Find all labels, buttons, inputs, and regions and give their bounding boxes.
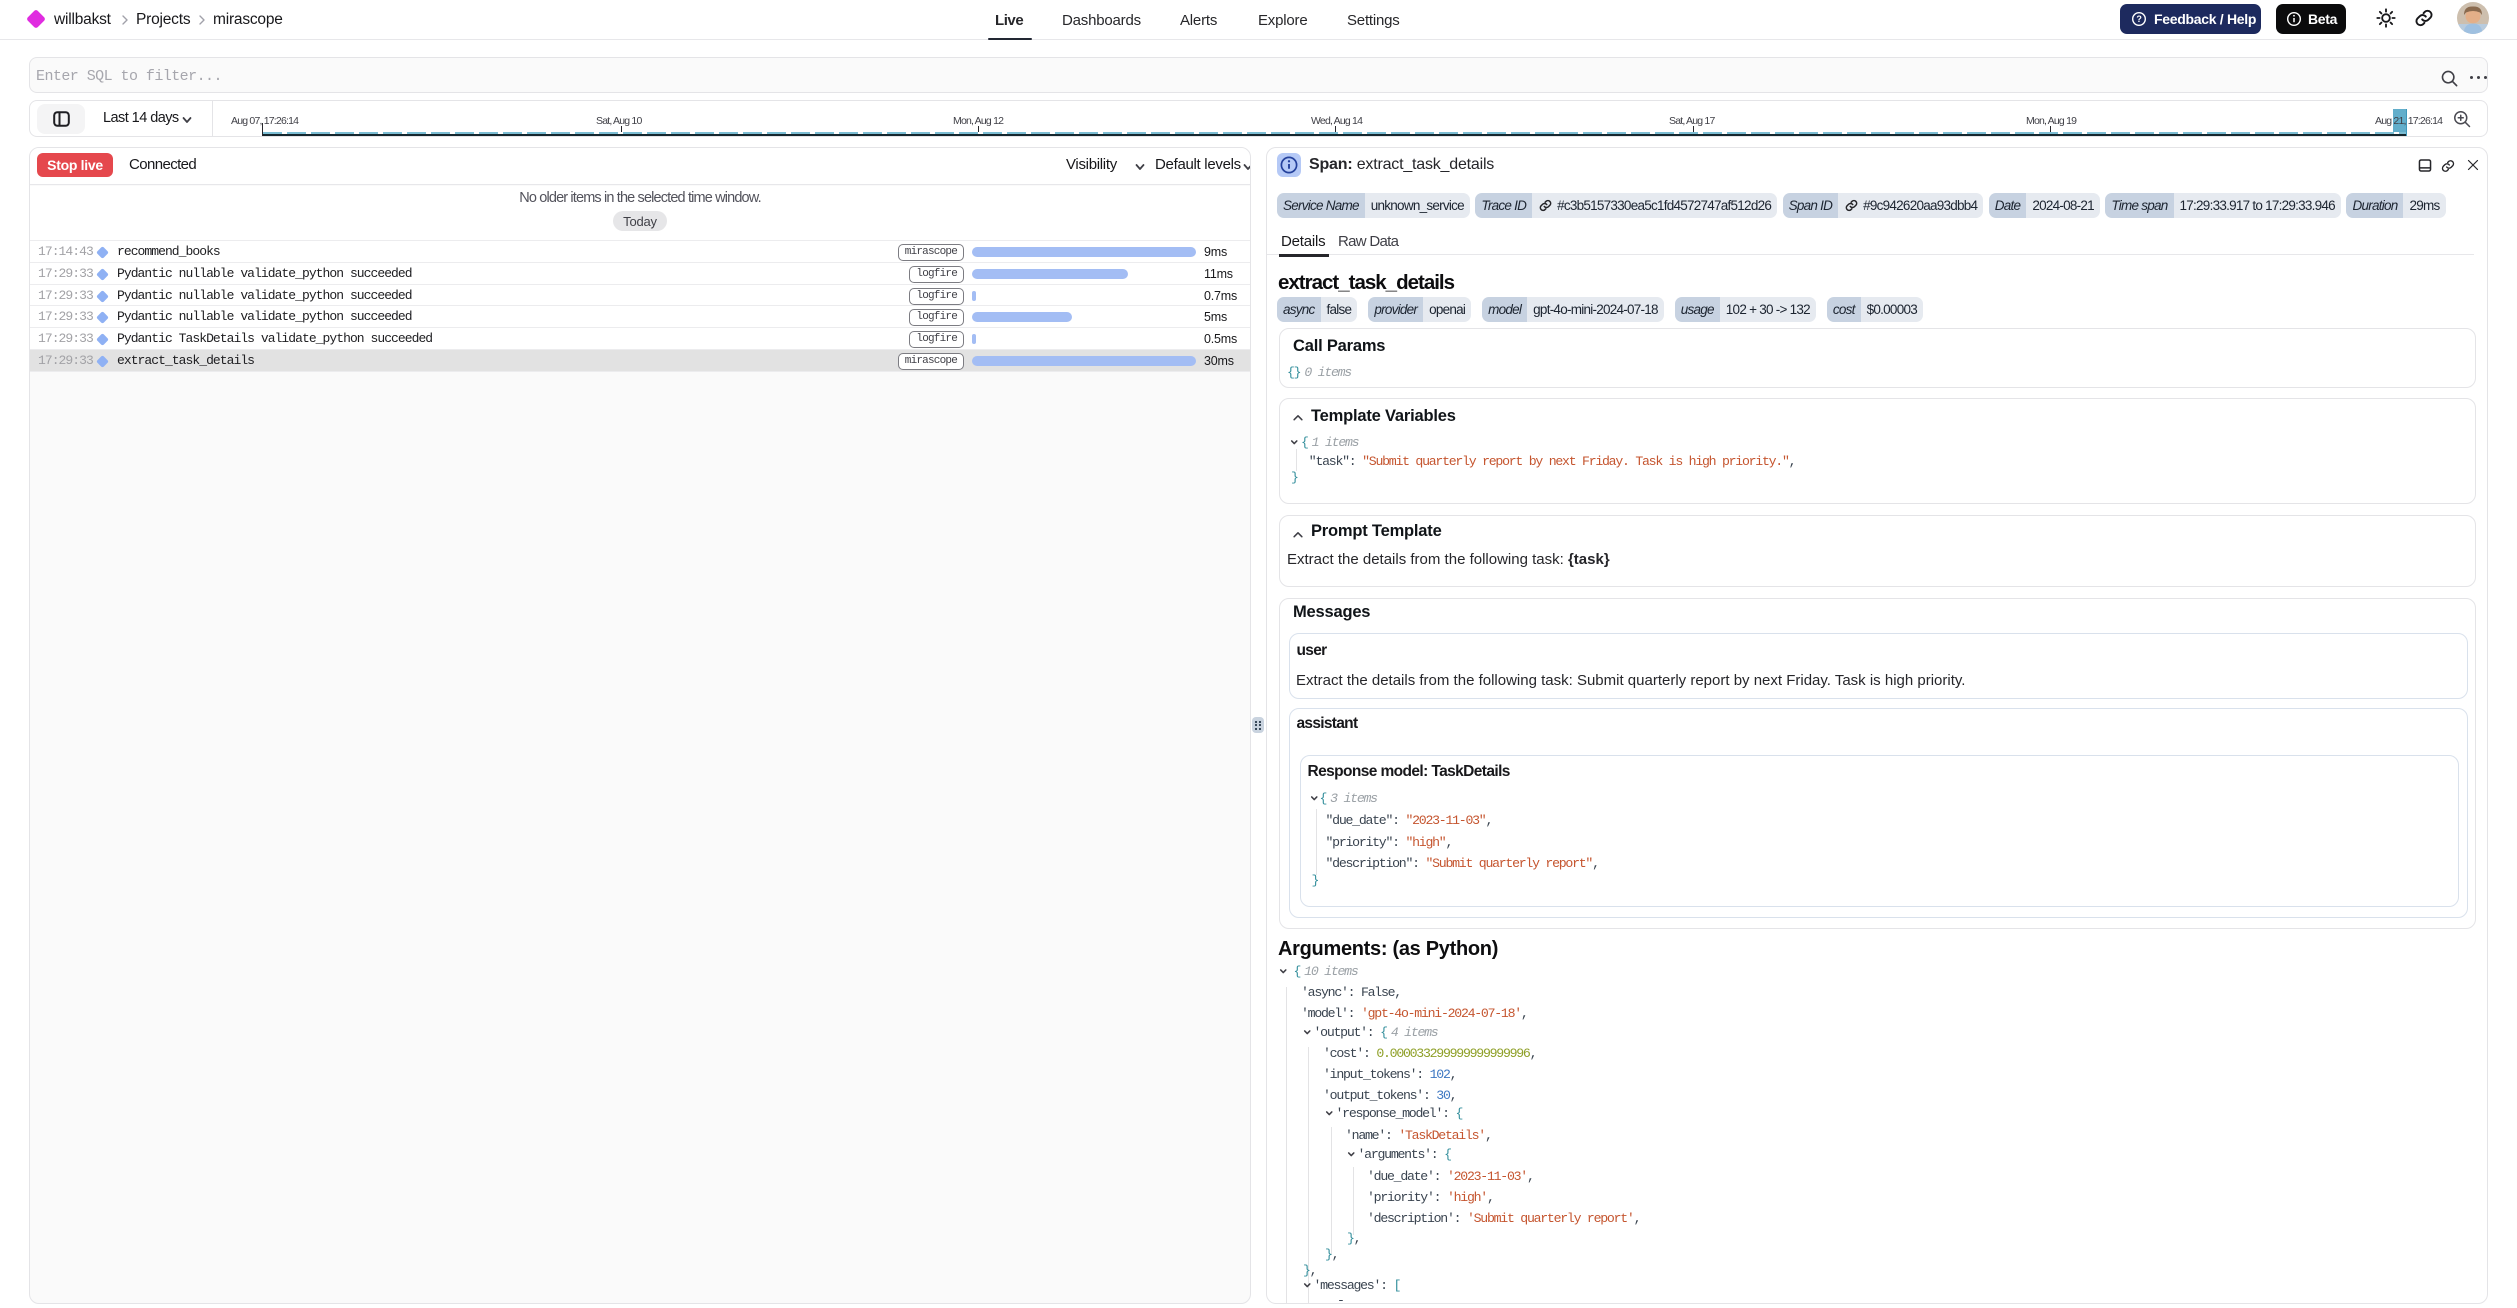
svg-text:?: ? (2136, 14, 2141, 24)
